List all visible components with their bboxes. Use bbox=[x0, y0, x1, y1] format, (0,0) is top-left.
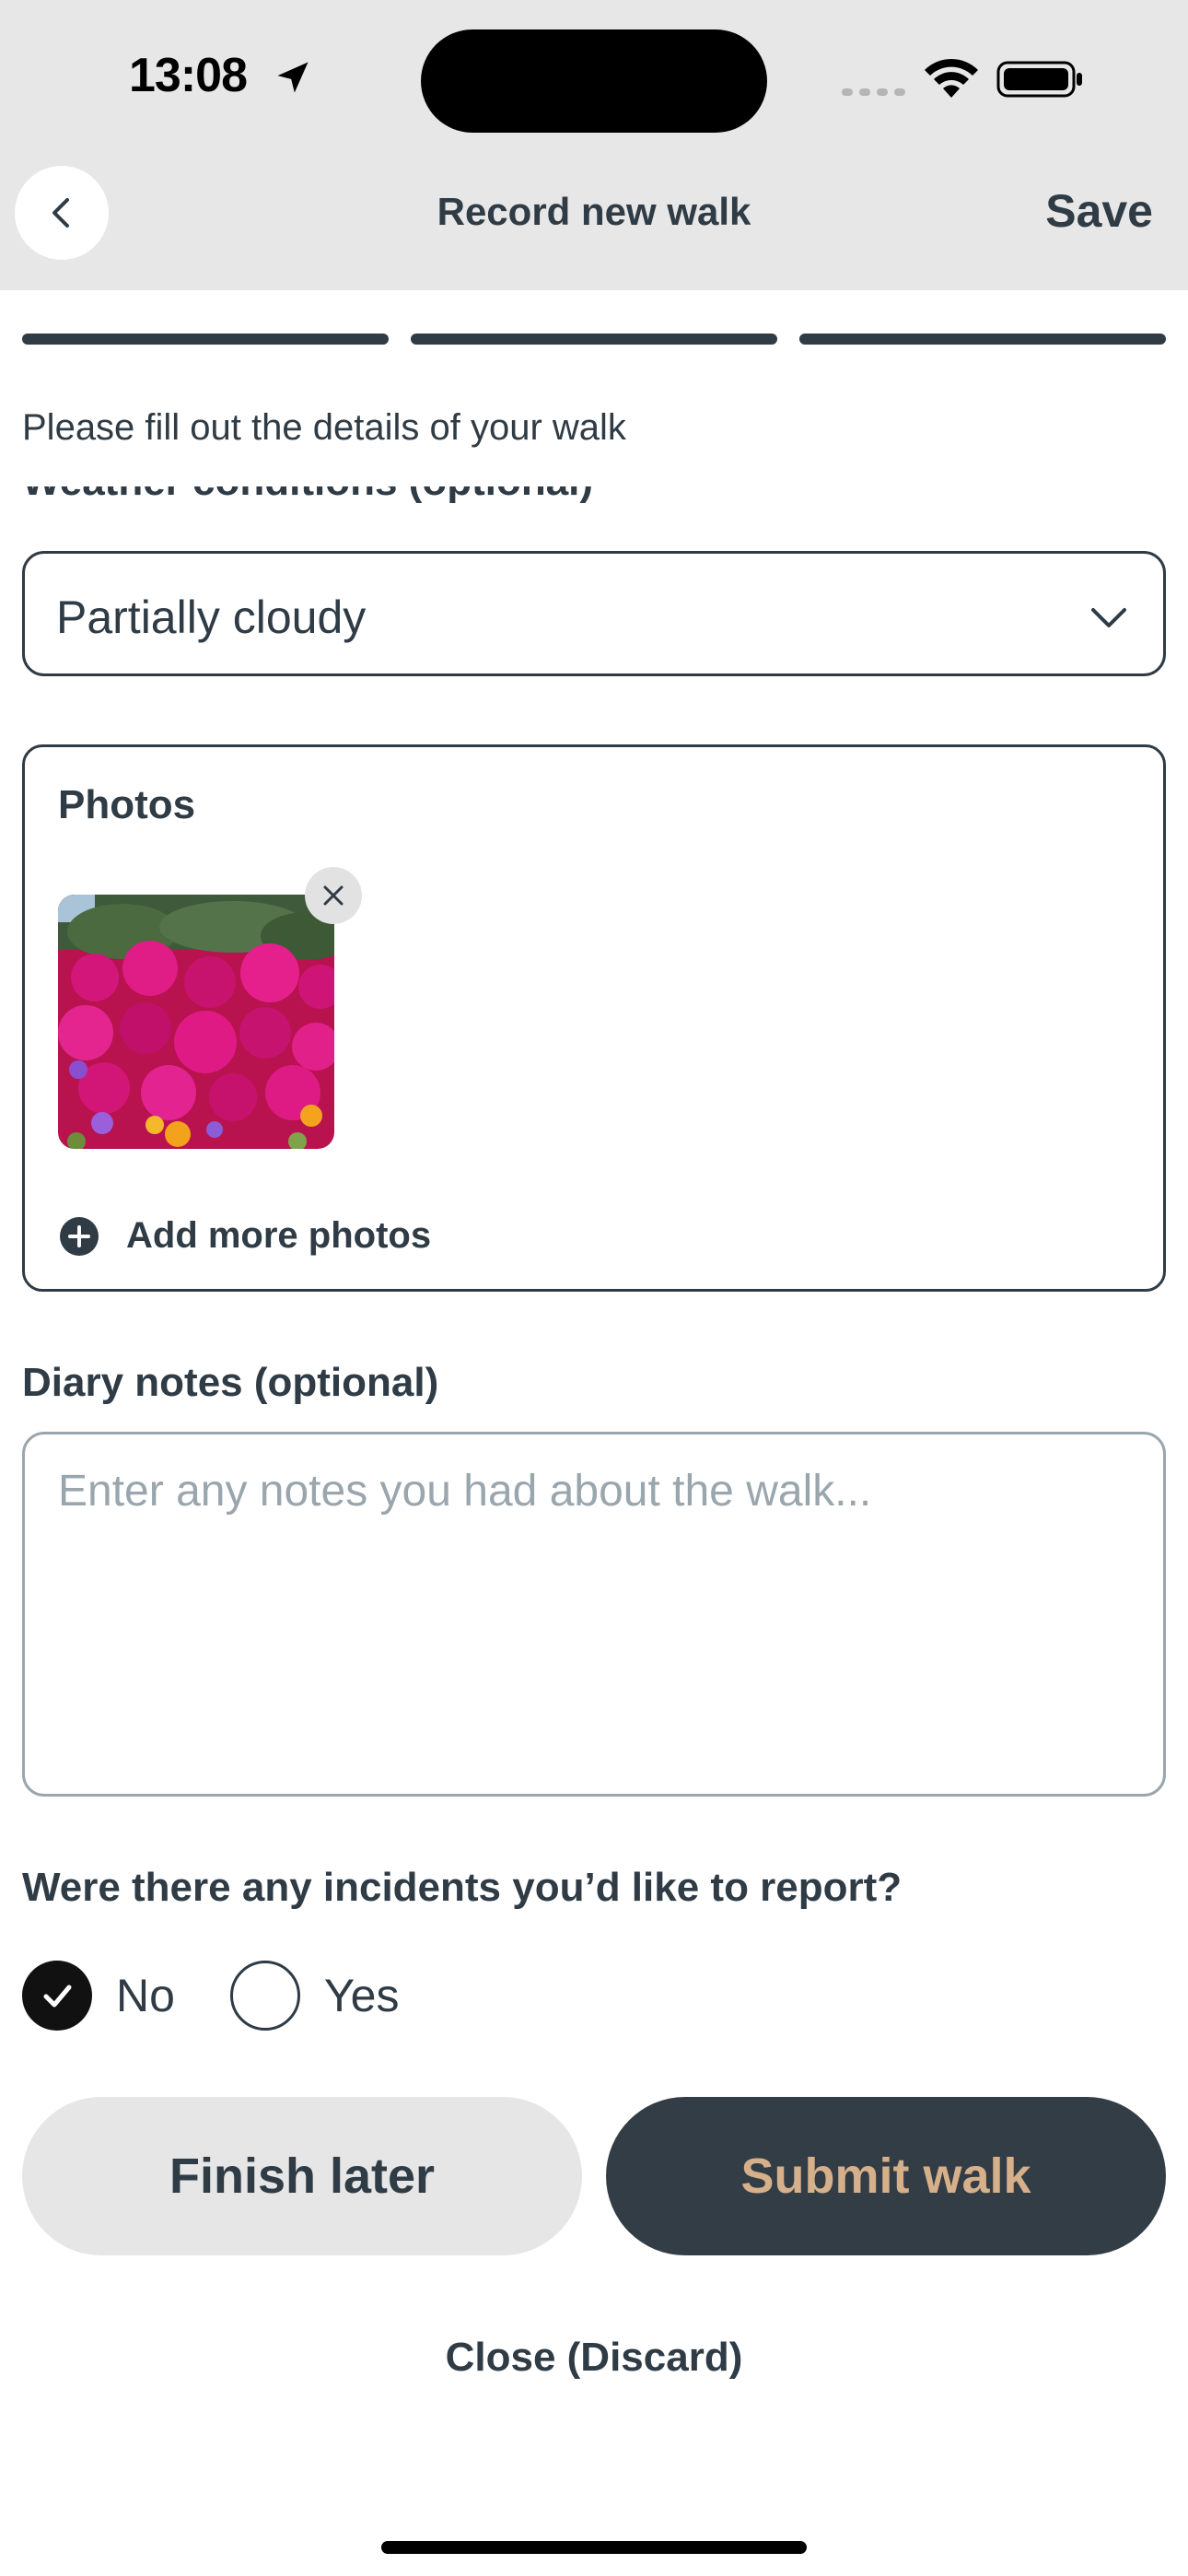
weather-label: Weather conditions (optional) bbox=[22, 486, 593, 521]
top-bar: 13:08 Record new walk Save bbox=[0, 0, 1188, 290]
dynamic-island bbox=[421, 29, 767, 133]
notes-placeholder: Enter any notes you had about the walk..… bbox=[58, 1467, 872, 1516]
radio-no[interactable] bbox=[22, 1961, 92, 2031]
page-title: Record new walk bbox=[437, 190, 751, 233]
cellular-signal-icon bbox=[842, 88, 905, 96]
incidents-question: Were there any incidents you’d like to r… bbox=[22, 1865, 903, 1910]
progress-step-1 bbox=[22, 334, 389, 345]
location-arrow-icon bbox=[277, 62, 309, 93]
intro-text: Please fill out the details of your walk bbox=[22, 407, 626, 448]
flowers-image bbox=[58, 895, 334, 1149]
battery-icon bbox=[996, 61, 1082, 98]
submit-walk-button[interactable]: Submit walk bbox=[606, 2097, 1166, 2255]
progress-step-2 bbox=[411, 334, 777, 345]
radio-yes-label[interactable]: Yes bbox=[324, 1969, 400, 2022]
close-icon bbox=[323, 885, 344, 906]
photos-card: Photos Add more photos bbox=[22, 744, 1166, 1292]
plus-circle-icon bbox=[60, 1216, 99, 1256]
save-button[interactable]: Save bbox=[1045, 184, 1153, 238]
checkmark-icon bbox=[43, 1985, 72, 2008]
add-more-photos-button[interactable]: Add more photos bbox=[60, 1215, 431, 1257]
home-indicator[interactable] bbox=[381, 2541, 807, 2554]
photos-title: Photos bbox=[58, 782, 196, 827]
finish-later-button[interactable]: Finish later bbox=[22, 2097, 582, 2255]
weather-select[interactable]: Partially cloudy bbox=[22, 551, 1166, 676]
add-more-photos-label: Add more photos bbox=[126, 1215, 432, 1256]
weather-select-value: Partially cloudy bbox=[56, 591, 367, 643]
status-time: 13:08 bbox=[129, 49, 248, 102]
close-discard-button[interactable]: Close (Discard) bbox=[0, 2335, 1188, 2381]
wifi-icon bbox=[925, 58, 978, 98]
notes-textarea[interactable]: Enter any notes you had about the walk..… bbox=[22, 1432, 1166, 1797]
progress-step-3 bbox=[799, 334, 1166, 345]
remove-photo-button[interactable] bbox=[305, 867, 362, 924]
radio-no-label[interactable]: No bbox=[116, 1969, 175, 2022]
photo-thumbnail[interactable] bbox=[58, 895, 334, 1149]
chevron-down-icon bbox=[1091, 608, 1126, 627]
incidents-radio-group: No Yes bbox=[22, 1961, 400, 2031]
notes-label: Diary notes (optional) bbox=[22, 1360, 439, 1405]
radio-yes[interactable] bbox=[229, 1961, 300, 2031]
